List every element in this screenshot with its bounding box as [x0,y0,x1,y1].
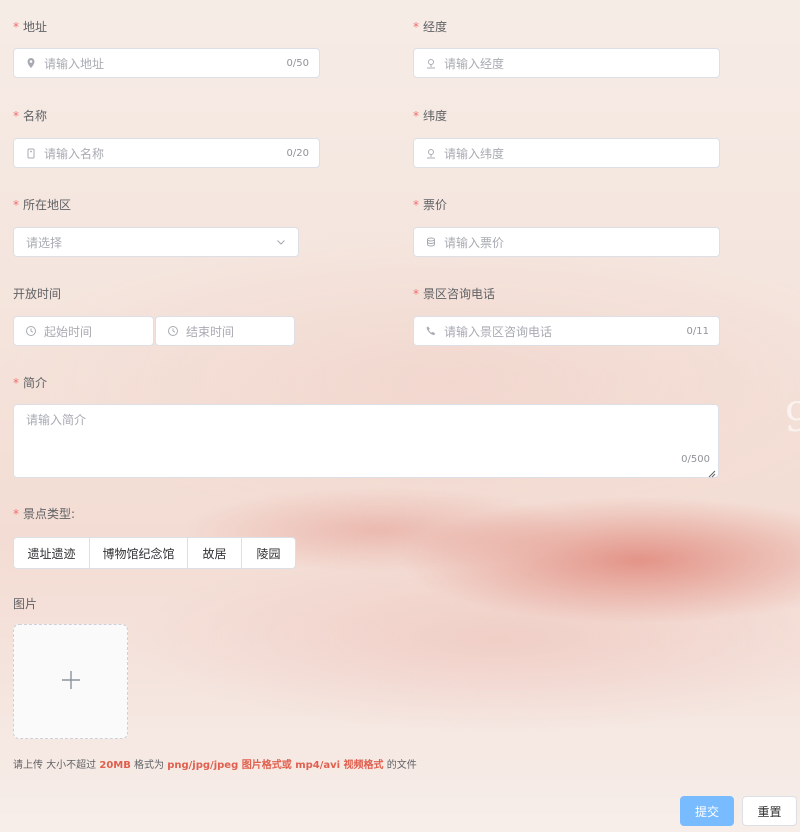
address-label: * 地址 [13,20,48,34]
background-watermark: 9 [784,395,800,441]
intro-textarea[interactable]: 请输入简介 0/500 [13,404,719,478]
reset-button[interactable]: 重置 [742,796,797,826]
name-char-count: 0/20 [286,147,309,159]
location-icon [24,56,38,70]
map-pin-icon [424,146,438,160]
latitude-input[interactable]: 请输入纬度 [413,138,720,168]
type-option-former-residence[interactable]: 故居 [188,538,242,568]
type-radio-group: 遗址遗迹 博物馆纪念馆 故居 陵园 [13,537,296,569]
open-time-label: 开放时间 [13,287,62,301]
name-label: * 名称 [13,109,48,123]
phone-input[interactable]: 请输入景区咨询电话 0/11 [413,316,720,346]
submit-button[interactable]: 提交 [680,796,734,826]
intro-label: * 简介 [13,376,48,390]
longitude-label: * 经度 [413,20,448,34]
intro-char-count: 0/500 [681,454,710,465]
coins-icon [424,235,438,249]
tag-icon [24,146,38,160]
name-input[interactable]: 请输入名称 0/20 [13,138,320,168]
price-label: * 票价 [413,198,448,212]
plus-icon [61,670,81,693]
region-label: * 所在地区 [13,198,72,212]
type-option-ruins[interactable]: 遗址遗迹 [14,538,90,568]
phone-char-count: 0/11 [686,325,709,337]
address-char-count: 0/50 [286,57,309,69]
price-input[interactable]: 请输入票价 [413,227,720,257]
clock-icon [24,324,38,338]
type-option-museum[interactable]: 博物馆纪念馆 [90,538,188,568]
upload-hint: 请上传 大小不超过 20MB 格式为 png/jpg/jpeg 图片格式或 mp… [13,760,417,771]
resize-handle-icon[interactable] [708,467,716,478]
region-select[interactable]: 请选择 [13,227,299,257]
start-time-picker[interactable]: 起始时间 [13,316,154,346]
end-time-picker[interactable]: 结束时间 [155,316,295,346]
latitude-label: * 纬度 [413,109,448,123]
phone-icon [424,324,438,338]
type-label: * 景点类型: [13,507,76,521]
type-option-cemetery[interactable]: 陵园 [242,538,295,568]
chevron-down-icon [274,235,288,249]
phone-label: * 景区咨询电话 [413,287,496,301]
address-input[interactable]: 请输入地址 0/50 [13,48,320,78]
image-upload[interactable] [13,624,128,739]
map-pin-icon [424,56,438,70]
image-label: 图片 [13,597,38,611]
longitude-input[interactable]: 请输入经度 [413,48,720,78]
clock-icon [166,324,180,338]
